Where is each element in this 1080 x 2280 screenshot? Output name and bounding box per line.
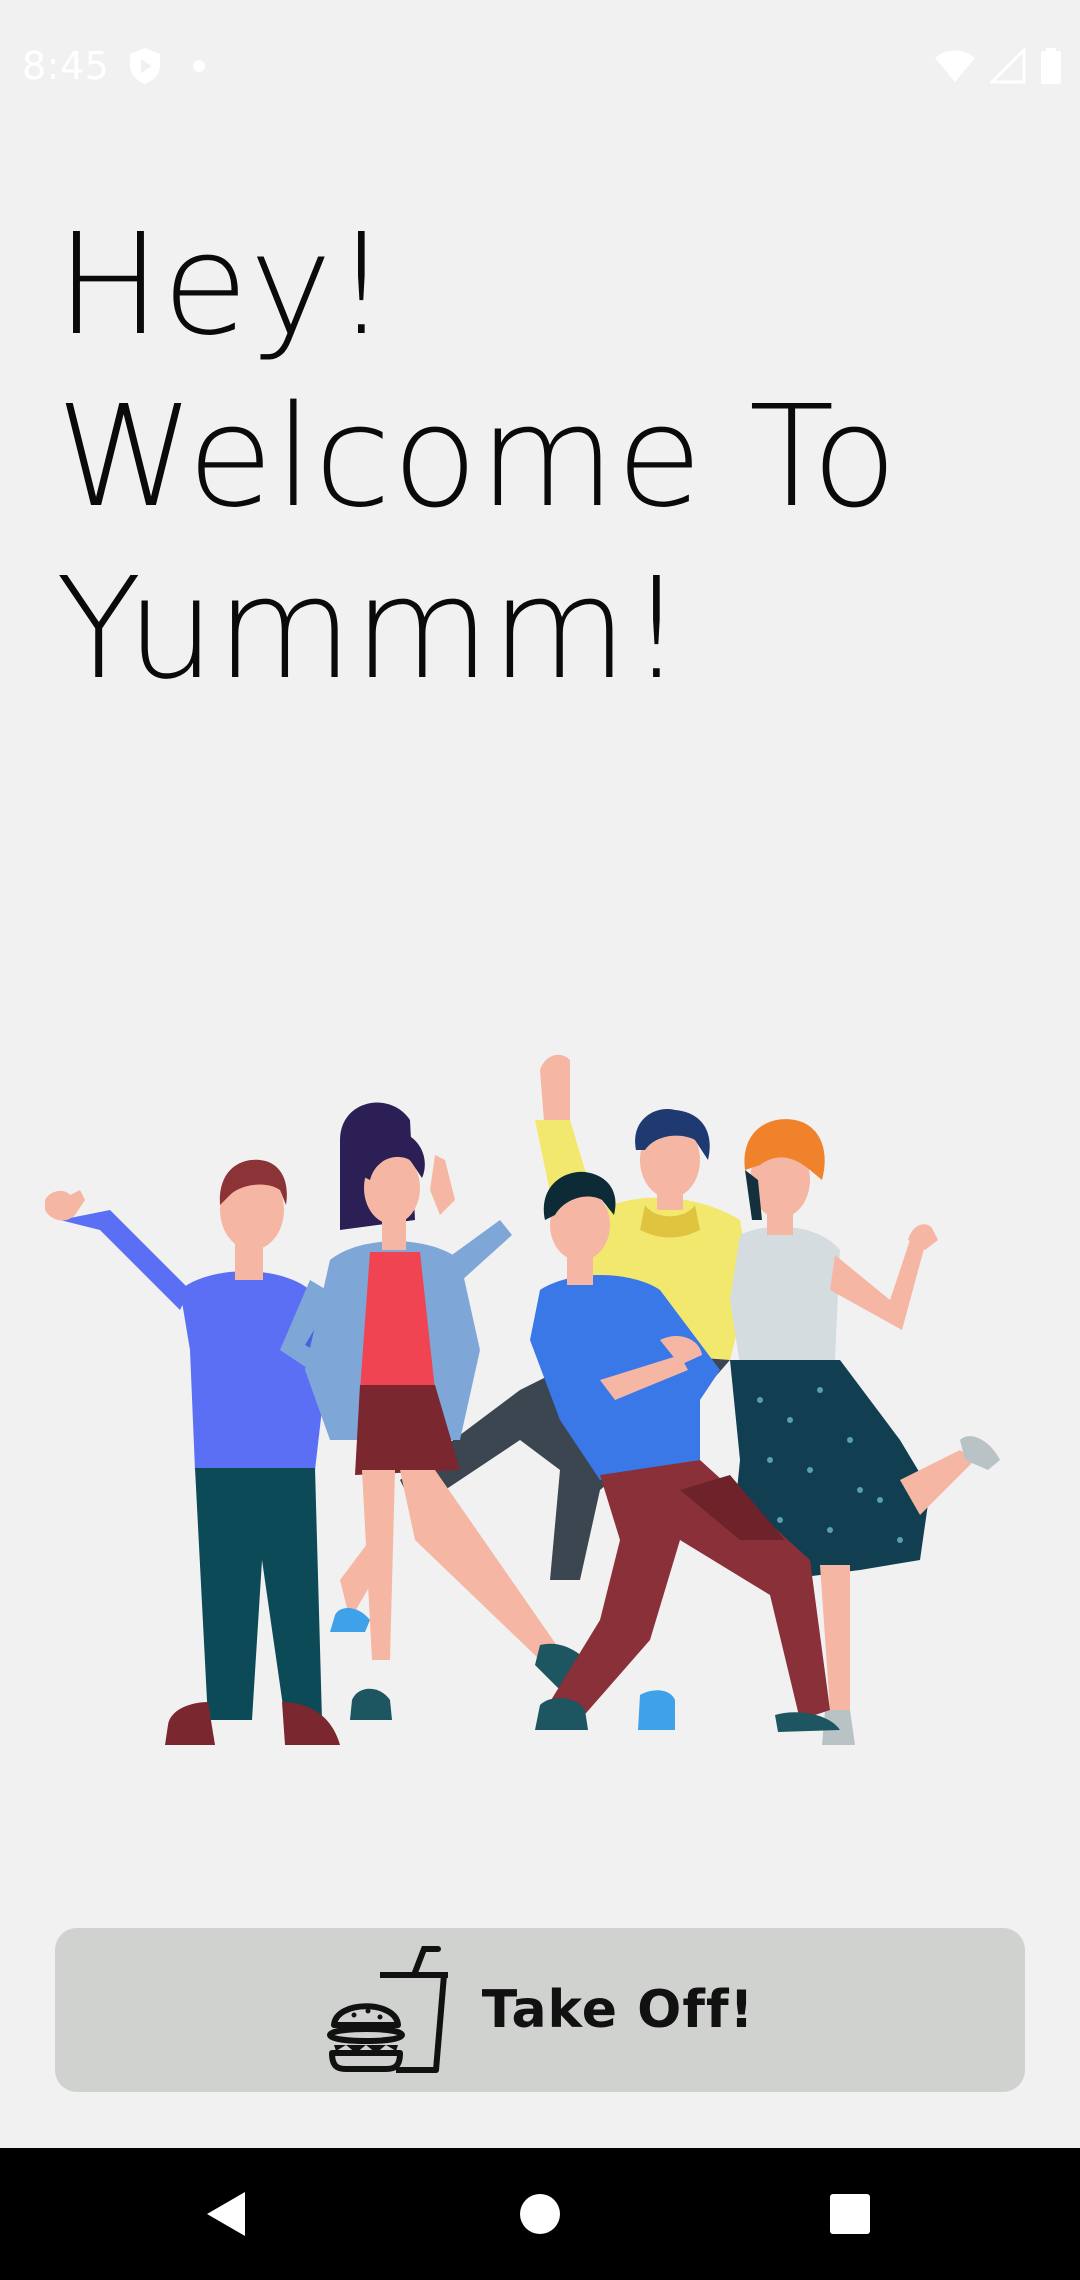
recents-icon (830, 2194, 870, 2234)
person-orange-hair (730, 1119, 1000, 1745)
group-of-friends-illustration (45, 1054, 1000, 1745)
status-right-icons (934, 46, 1062, 86)
battery-icon (1041, 48, 1061, 84)
welcome-headline: Hey! Welcome To Yummm! (56, 200, 1036, 716)
status-bar: 8:45 (0, 0, 1080, 134)
recents-button[interactable] (820, 2184, 880, 2244)
cellular-signal-icon (990, 48, 1026, 84)
headline-line-2: Welcome To (56, 376, 899, 539)
status-time: 8:45 (22, 44, 110, 88)
headline-line-1: Hey! (56, 204, 391, 367)
burger-and-drink-icon (326, 1946, 448, 2073)
status-left-icons (128, 46, 206, 86)
back-button[interactable] (195, 2184, 255, 2244)
take-off-button[interactable]: Take Off! (55, 1928, 1025, 2092)
headline-line-3: Yummm! (56, 548, 686, 711)
person-blue-sweater (45, 1159, 340, 1745)
play-protect-icon (130, 48, 160, 84)
navigation-bar (0, 2148, 1080, 2280)
back-icon (207, 2192, 245, 2236)
take-off-label: Take Off! (481, 1980, 755, 2040)
home-icon (520, 2194, 560, 2234)
welcome-screen: 8:45 Hey! Welcome To Yummm! Take Off! (0, 0, 1080, 2280)
wifi-icon (935, 50, 975, 82)
home-button[interactable] (510, 2184, 570, 2244)
notification-dot-icon (193, 60, 205, 72)
